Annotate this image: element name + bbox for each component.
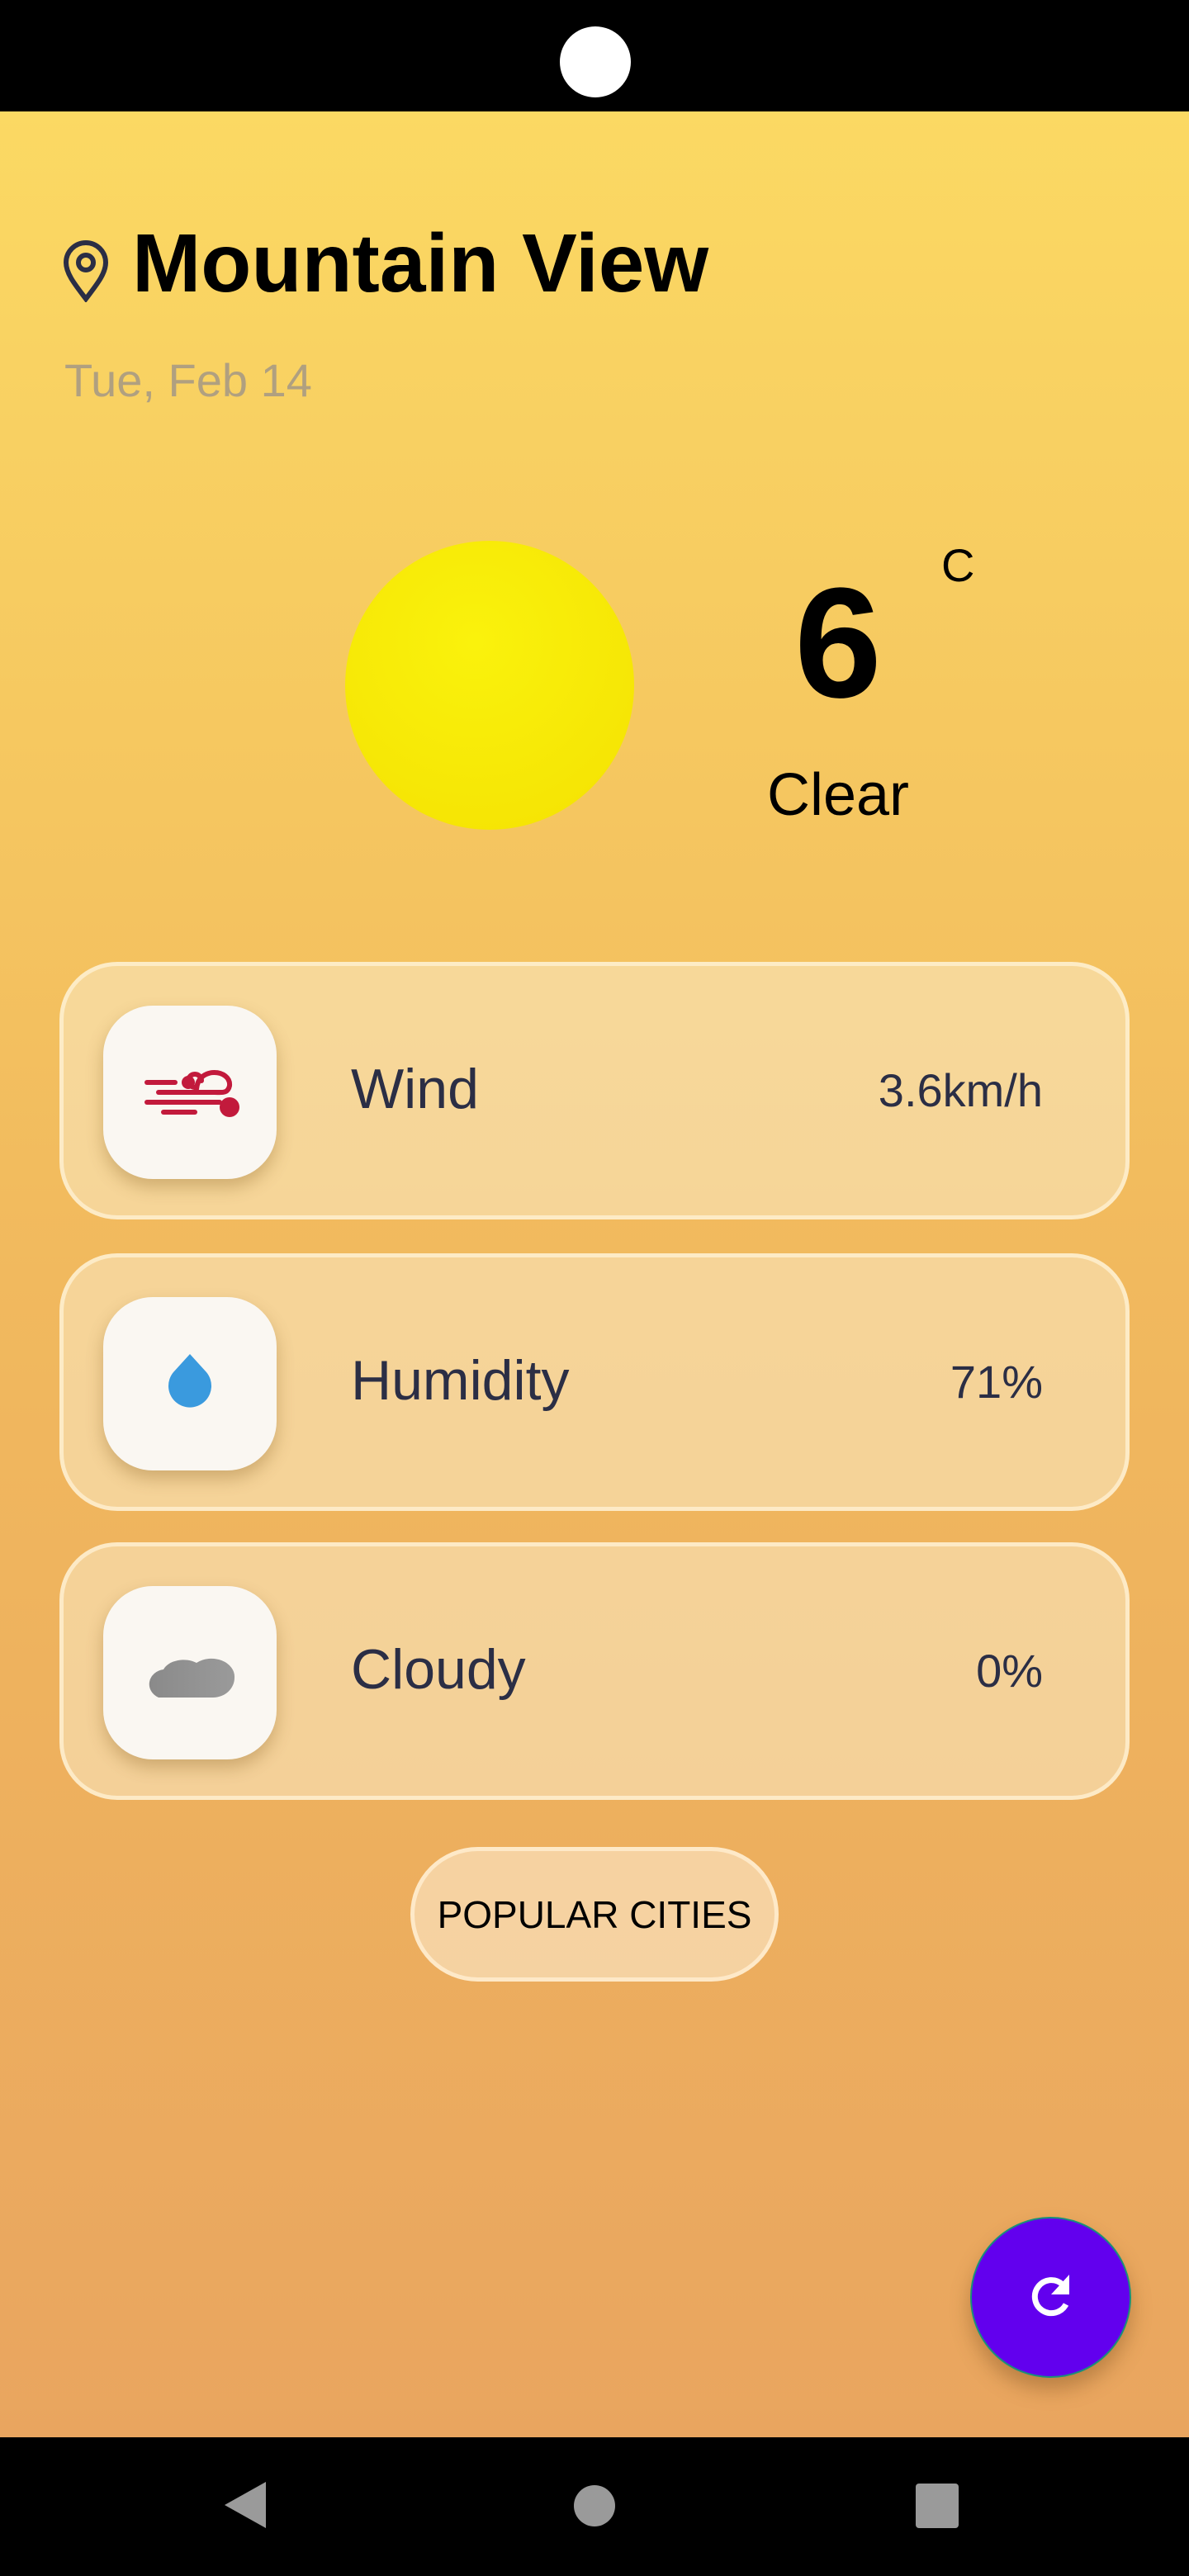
cloudy-icon-box (103, 1586, 277, 1759)
system-nav-bar (0, 2437, 1189, 2576)
temperature-unit: C (941, 539, 975, 591)
camera-cutout (560, 26, 631, 97)
popular-cities-button[interactable]: POPULAR CITIES (410, 1847, 779, 1982)
humidity-card: Humidity 71% (59, 1253, 1130, 1511)
home-icon[interactable] (574, 2485, 615, 2526)
date-label: Tue, Feb 14 (64, 354, 312, 406)
phone: Mountain View Tue, Feb 14 6 C Clear Wind… (0, 0, 1189, 2576)
wind-label: Wind (351, 1058, 479, 1120)
cloud-icon (149, 1658, 235, 1698)
wind-icon (144, 1070, 239, 1117)
cloudy-label: Cloudy (351, 1638, 526, 1701)
condition-label: Clear (766, 762, 910, 828)
refresh-button[interactable] (970, 2217, 1131, 2378)
water-drop-icon (168, 1354, 211, 1408)
humidity-label: Humidity (351, 1349, 570, 1412)
sun-icon (345, 541, 634, 830)
wind-card: Wind 3.6km/h (59, 962, 1130, 1219)
humidity-icon-box (103, 1297, 277, 1470)
cloudy-value: 0% (976, 1645, 1043, 1697)
humidity-value: 71% (950, 1356, 1043, 1408)
cloudy-card: Cloudy 0% (59, 1542, 1130, 1800)
location-pin-icon (63, 240, 109, 302)
wind-value: 3.6km/h (878, 1064, 1043, 1116)
temperature: 6 (794, 556, 882, 731)
refresh-icon (1031, 2274, 1069, 2316)
recents-icon[interactable] (916, 2484, 959, 2528)
back-icon[interactable] (225, 2482, 266, 2528)
city-title: Mountain View (132, 217, 709, 310)
status-bar (0, 0, 1189, 111)
wind-icon-box (103, 1006, 277, 1179)
